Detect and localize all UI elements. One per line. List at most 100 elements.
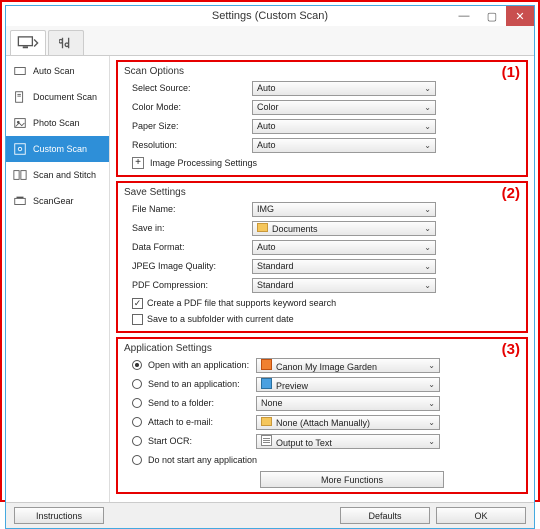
sidebar-item-scangear[interactable]: ScanGear — [6, 188, 109, 214]
tools-icon — [59, 36, 73, 50]
callout-3: (3) — [502, 341, 520, 358]
send-to-folder-label: Send to a folder: — [148, 398, 256, 408]
defaults-button[interactable]: Defaults — [340, 507, 430, 524]
pdf-keyword-label: Create a PDF file that supports keyword … — [147, 298, 336, 308]
callout-2: (2) — [502, 185, 520, 202]
chevron-down-icon: ⌄ — [424, 224, 435, 233]
document-scan-icon — [13, 90, 27, 104]
image-processing-expander[interactable]: + Image Processing Settings — [124, 155, 520, 171]
application-settings-title: Application Settings — [124, 343, 520, 354]
sidebar-item-document-scan[interactable]: Document Scan — [6, 84, 109, 110]
attach-email-label: Attach to e-mail: — [148, 417, 256, 427]
chevron-down-icon: ⌄ — [424, 141, 435, 150]
callout-1: (1) — [502, 64, 520, 81]
footer: Instructions Defaults OK — [6, 502, 534, 528]
more-functions-button[interactable]: More Functions — [260, 471, 444, 488]
data-format-dropdown[interactable]: Auto⌄ — [252, 240, 436, 255]
sidebar-item-scan-and-stitch[interactable]: Scan and Stitch — [6, 162, 109, 188]
paper-size-dropdown[interactable]: Auto⌄ — [252, 119, 436, 134]
start-ocr-dropdown[interactable]: Output to Text⌄ — [256, 434, 440, 449]
open-with-app-dropdown[interactable]: Canon My Image Garden⌄ — [256, 358, 440, 373]
chevron-down-icon: ⌄ — [428, 418, 439, 427]
maximize-button[interactable]: ▢ — [478, 6, 506, 26]
subfolder-label: Save to a subfolder with current date — [147, 314, 294, 324]
chevron-down-icon: ⌄ — [424, 243, 435, 252]
resolution-dropdown[interactable]: Auto⌄ — [252, 138, 436, 153]
mode-toolbar — [6, 26, 534, 56]
do-not-start-radio[interactable] — [132, 455, 142, 465]
color-mode-dropdown[interactable]: Color⌄ — [252, 100, 436, 115]
chevron-down-icon: ⌄ — [428, 380, 439, 389]
pdf-compression-dropdown[interactable]: Standard⌄ — [252, 278, 436, 293]
resolution-label: Resolution: — [124, 140, 252, 150]
paper-size-label: Paper Size: — [124, 121, 252, 131]
title-bar: Settings (Custom Scan) — ▢ ✕ — [6, 6, 534, 26]
save-settings-group: (2) Save Settings File Name: IMG⌄ Save i… — [116, 181, 528, 333]
window-title: Settings (Custom Scan) — [212, 10, 328, 22]
chevron-down-icon: ⌄ — [424, 103, 435, 112]
application-settings-group: (3) Application Settings Open with an ap… — [116, 337, 528, 494]
photo-scan-icon — [13, 116, 27, 130]
stitch-icon — [13, 168, 27, 182]
preview-icon — [261, 378, 272, 389]
folder-icon — [261, 417, 272, 426]
chevron-down-icon: ⌄ — [424, 281, 435, 290]
file-name-label: File Name: — [124, 204, 252, 214]
chevron-down-icon: ⌄ — [424, 205, 435, 214]
subfolder-checkbox[interactable] — [132, 314, 143, 325]
select-source-label: Select Source: — [124, 83, 252, 93]
send-to-app-label: Send to an application: — [148, 379, 256, 389]
open-with-app-label: Open with an application: — [148, 360, 256, 370]
jpeg-quality-label: JPEG Image Quality: — [124, 261, 252, 271]
close-button[interactable]: ✕ — [506, 6, 534, 26]
send-to-app-dropdown[interactable]: Preview⌄ — [256, 377, 440, 392]
content-area: (1) Scan Options Select Source: Auto⌄ Co… — [110, 56, 534, 502]
chevron-down-icon: ⌄ — [428, 399, 439, 408]
ok-button[interactable]: OK — [436, 507, 526, 524]
pdf-keyword-checkbox[interactable]: ✓ — [132, 298, 143, 309]
chevron-down-icon: ⌄ — [424, 262, 435, 271]
chevron-down-icon: ⌄ — [424, 122, 435, 131]
sidebar-item-label: Auto Scan — [33, 66, 75, 76]
do-not-start-label: Do not start any application — [148, 455, 257, 465]
save-in-label: Save in: — [124, 223, 252, 233]
sidebar-item-label: Document Scan — [33, 92, 97, 102]
auto-scan-icon — [13, 64, 27, 78]
scan-from-computer-tab[interactable] — [10, 30, 46, 55]
sidebar-item-label: Photo Scan — [33, 118, 80, 128]
start-ocr-radio[interactable] — [132, 436, 142, 446]
tools-tab[interactable] — [48, 30, 84, 55]
save-in-dropdown[interactable]: Documents⌄ — [252, 221, 436, 236]
start-ocr-label: Start OCR: — [148, 436, 256, 446]
text-icon — [261, 435, 272, 446]
send-to-folder-dropdown[interactable]: None⌄ — [256, 396, 440, 411]
minimize-button[interactable]: — — [450, 6, 478, 26]
color-mode-label: Color Mode: — [124, 102, 252, 112]
save-settings-title: Save Settings — [124, 187, 520, 198]
instructions-button[interactable]: Instructions — [14, 507, 104, 524]
sidebar-item-auto-scan[interactable]: Auto Scan — [6, 58, 109, 84]
plus-icon: + — [132, 157, 144, 169]
scan-options-title: Scan Options — [124, 66, 520, 77]
data-format-label: Data Format: — [124, 242, 252, 252]
sidebar-item-label: Custom Scan — [33, 144, 87, 154]
chevron-down-icon: ⌄ — [428, 361, 439, 370]
app-icon — [261, 359, 272, 370]
open-with-app-radio[interactable] — [132, 360, 142, 370]
send-to-app-radio[interactable] — [132, 379, 142, 389]
attach-email-radio[interactable] — [132, 417, 142, 427]
send-to-folder-radio[interactable] — [132, 398, 142, 408]
sidebar-item-photo-scan[interactable]: Photo Scan — [6, 110, 109, 136]
sidebar-item-label: Scan and Stitch — [33, 170, 96, 180]
chevron-down-icon: ⌄ — [428, 437, 439, 446]
sidebar-item-custom-scan[interactable]: Custom Scan — [6, 136, 109, 162]
jpeg-quality-dropdown[interactable]: Standard⌄ — [252, 259, 436, 274]
select-source-dropdown[interactable]: Auto⌄ — [252, 81, 436, 96]
file-name-combo[interactable]: IMG⌄ — [252, 202, 436, 217]
scangear-icon — [13, 194, 27, 208]
sidebar: Auto Scan Document Scan Photo Scan Custo… — [6, 56, 110, 502]
scan-options-group: (1) Scan Options Select Source: Auto⌄ Co… — [116, 60, 528, 177]
sidebar-item-label: ScanGear — [33, 196, 74, 206]
pdf-compression-label: PDF Compression: — [124, 280, 252, 290]
attach-email-dropdown[interactable]: None (Attach Manually)⌄ — [256, 415, 440, 430]
